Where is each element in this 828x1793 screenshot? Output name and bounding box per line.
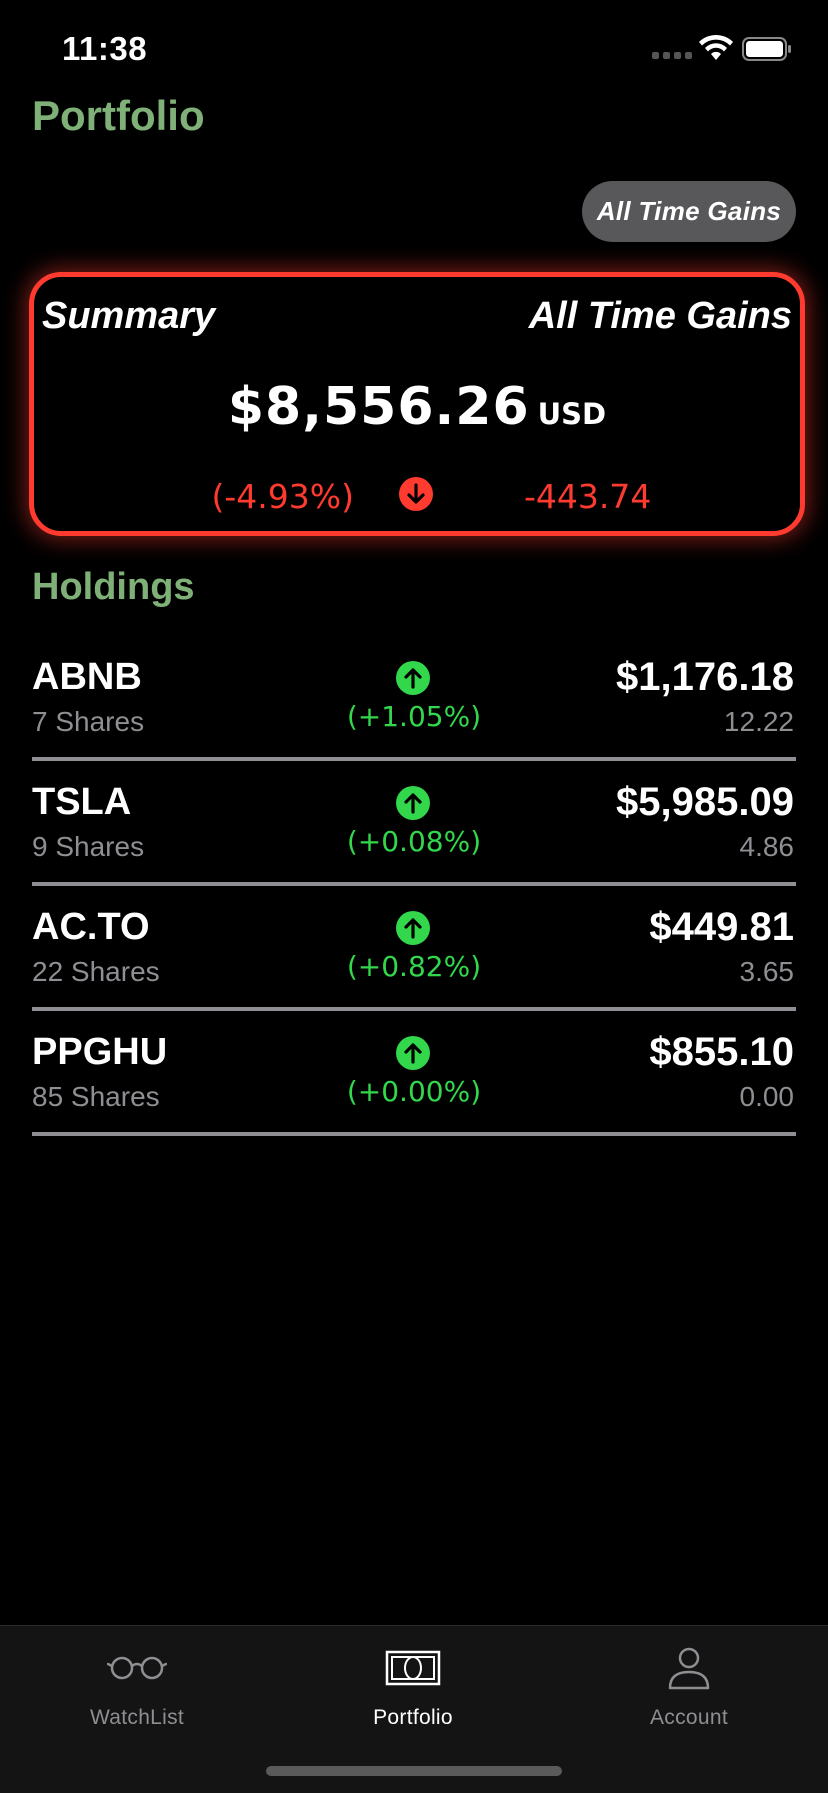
holding-shares: 22 Shares [32, 956, 160, 987]
page-title: Portfolio [32, 92, 205, 139]
holding-percent: (+0.00%) [346, 1075, 482, 1108]
wifi-icon [699, 34, 733, 60]
summary-change: -443.74 [524, 477, 652, 516]
home-indicator[interactable] [266, 1766, 562, 1776]
holding-percent: (+1.05%) [346, 700, 482, 733]
summary-currency: USD [537, 397, 607, 431]
holding-row[interactable]: PPGHU 85 Shares (+0.00%) $855.10 0.00 [32, 1011, 796, 1136]
holding-change: 3.65 [739, 956, 795, 987]
summary-label: Summary [42, 295, 216, 337]
holding-percent: (+0.82%) [346, 950, 482, 983]
holding-shares: 9 Shares [32, 831, 145, 862]
holding-value: $5,985.09 [616, 780, 794, 824]
holding-value: $1,176.18 [616, 655, 794, 699]
holding-value: $449.81 [649, 905, 794, 949]
status-time: 11:38 [62, 30, 148, 67]
summary-total: $8,556.26 USD [34, 377, 800, 437]
arrow-down-circle-icon [399, 477, 433, 511]
holding-row[interactable]: TSLA 9 Shares (+0.08%) $5,985.09 4.86 [32, 761, 796, 886]
summary-percent: (-4.93%) [211, 477, 355, 516]
holding-symbol: TSLA [32, 781, 132, 823]
holding-symbol: ABNB [32, 656, 142, 698]
holding-percent: (+0.08%) [346, 825, 482, 858]
banknote-icon [385, 1650, 441, 1686]
holding-symbol: AC.TO [32, 906, 150, 948]
arrow-up-circle-icon [396, 786, 430, 820]
tab-portfolio[interactable]: Portfolio [303, 1644, 523, 1730]
arrow-up-circle-icon [396, 911, 430, 945]
tab-account[interactable]: Account [579, 1644, 799, 1730]
summary-value: $8,556.26 [227, 377, 530, 437]
arrow-up-circle-icon [396, 661, 430, 695]
holding-row[interactable]: AC.TO 22 Shares (+0.82%) $449.81 3.65 [32, 886, 796, 1011]
summary-mode-label: All Time Gains [528, 295, 792, 337]
arrow-up-circle-icon [396, 1036, 430, 1070]
tab-label: Portfolio [373, 1706, 453, 1729]
holdings-list: ABNB 7 Shares (+1.05%) $1,176.18 12.22 T… [32, 636, 796, 1136]
holding-change: 0.00 [739, 1081, 795, 1112]
summary-card: Summary All Time Gains $8,556.26 USD (-4.… [29, 272, 805, 536]
tab-label: WatchList [89, 1706, 185, 1729]
holding-change: 12.22 [723, 706, 794, 737]
cellular-signal-icon [652, 52, 692, 59]
battery-icon [742, 37, 791, 61]
holdings-title: Holdings [32, 566, 195, 608]
holding-row[interactable]: ABNB 7 Shares (+1.05%) $1,176.18 12.22 [32, 636, 796, 761]
tab-watchlist[interactable]: WatchList [27, 1644, 247, 1730]
holding-symbol: PPGHU [32, 1031, 168, 1073]
gains-mode-button[interactable]: All Time Gains [582, 181, 796, 242]
holding-change: 4.86 [739, 831, 795, 862]
person-icon [668, 1647, 710, 1690]
status-bar: 11:38 [0, 0, 828, 100]
glasses-icon [107, 1656, 167, 1680]
holding-value: $855.10 [649, 1030, 794, 1074]
tab-label: Account [650, 1706, 728, 1729]
holding-shares: 85 Shares [32, 1081, 160, 1112]
holding-shares: 7 Shares [32, 706, 145, 737]
